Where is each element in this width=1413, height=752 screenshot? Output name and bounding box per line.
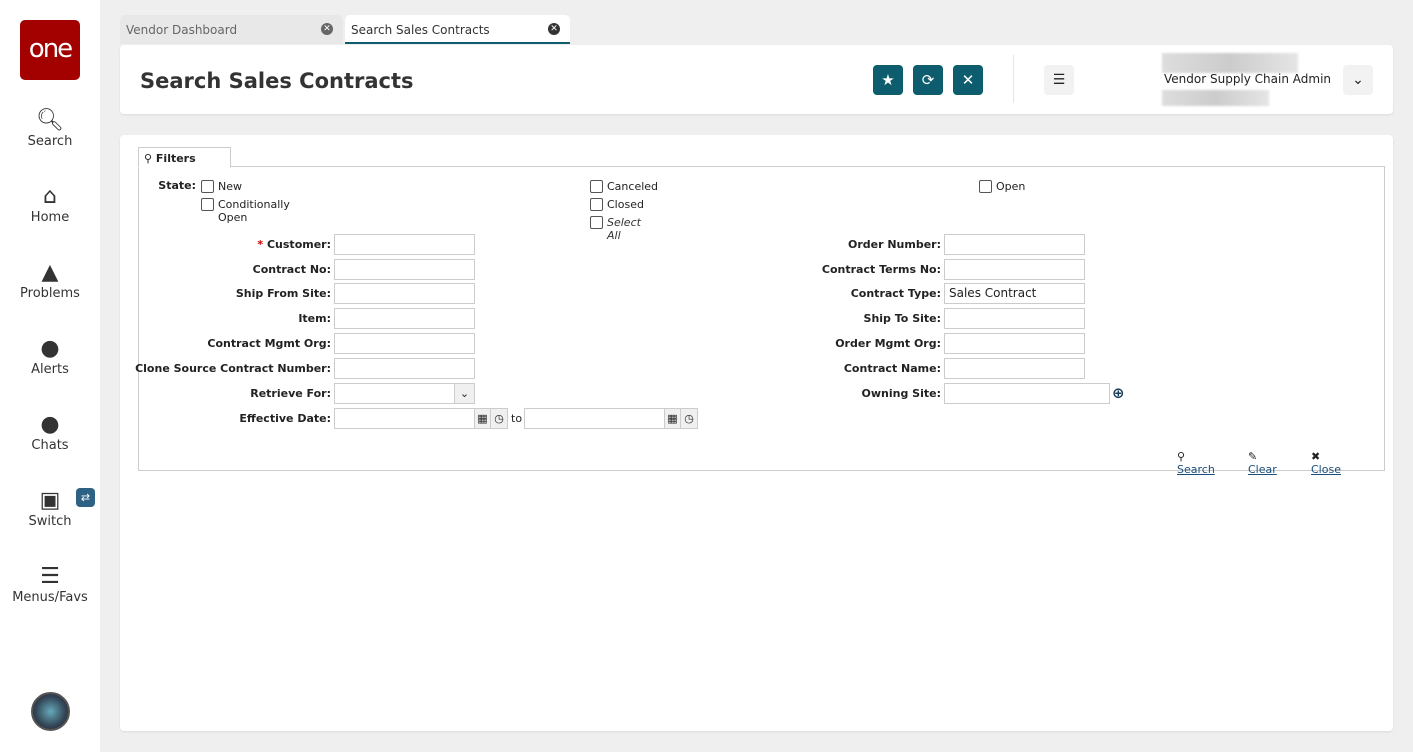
effective-date-from-input[interactable] [334,408,475,429]
checkbox-label: Open [996,180,1026,193]
nav-alerts[interactable]: ● Alerts [0,336,100,377]
select-all-checkbox[interactable] [590,216,603,229]
state-conditionally-open-checkbox[interactable] [201,198,214,211]
state-label: State: [158,179,196,192]
state-closed-checkbox[interactable] [590,198,603,211]
sidebar: one 🔍︎ Search ⌂ Home ▲ Problems ● Alerts ● Ch… [0,0,100,752]
contract-terms-no-input[interactable] [944,259,1085,280]
clear-link[interactable]: ✎ Clear [1248,450,1277,476]
contract-terms-no-label: Contract Terms No: [821,263,941,276]
star-icon: ★ [881,71,895,89]
owning-site-label: Owning Site: [861,387,941,400]
close-tab-icon[interactable]: ✕ [321,23,333,35]
state-canceled-checkbox[interactable] [590,180,603,193]
contract-name-input[interactable] [944,358,1085,379]
effective-date-label: Effective Date: [239,412,331,425]
ship-to-site-label: Ship To Site: [863,312,941,325]
switch-badge: ⇄ [76,488,95,507]
warning-icon: ▲ [41,260,59,285]
refresh-button[interactable]: ⟳ [913,65,943,95]
contract-mgmt-org-input[interactable] [334,333,475,354]
customer-input[interactable] [334,234,475,255]
search-icon: ⚲ [144,152,153,165]
filters-tab[interactable]: ⚲ Filters [138,147,231,168]
checkbox-label: Conditionally Open [218,198,290,224]
app-logo[interactable]: one [20,20,80,80]
ship-from-site-label: Ship From Site: [235,287,331,300]
retrieve-for-label: Retrieve For: [250,387,331,400]
effective-date-to-input[interactable] [524,408,665,429]
tab-vendor-dashboard[interactable]: Vendor Dashboard ✕ [120,15,343,44]
contract-name-label: Contract Name: [843,362,941,375]
contract-mgmt-org-label: Contract Mgmt Org: [207,337,331,350]
page-title: Search Sales Contracts [140,69,414,93]
item-input[interactable] [334,308,475,329]
zoom-in-lookup-icon[interactable]: ⊕ [1112,384,1125,402]
calendar-icon[interactable]: ▦ [474,408,491,429]
filters-panel: ⚲ Filters [120,135,1393,731]
bell-icon: ● [40,336,60,361]
checkbox-label: Select All [607,216,641,242]
owning-site-input[interactable] [944,383,1110,404]
ship-from-site-input[interactable] [334,283,475,304]
page-header: Search Sales Contracts ★ ⟳ ✕ ☰ Vendor Su… [120,45,1393,114]
clone-source-contract-number-input[interactable] [334,358,475,379]
checkbox-label: Closed [607,198,644,211]
clock-icon[interactable]: ◷ [680,408,698,429]
item-label: Item: [298,312,331,325]
ship-to-site-input[interactable] [944,308,1085,329]
menu-icon: ☰ [40,564,60,589]
required-marker: * [257,238,264,251]
user-menu-dropdown[interactable]: ⌄ [1343,65,1373,95]
search-icon: ⚲ [1177,450,1186,463]
favorite-button[interactable]: ★ [873,65,903,95]
chat-icon: ● [40,412,60,437]
checkbox-label: New [218,180,242,193]
refresh-icon: ⟳ [921,71,935,89]
state-open-checkbox[interactable] [979,180,992,193]
order-mgmt-org-label: Order Mgmt Org: [835,337,941,350]
broom-icon: ✎ [1248,450,1258,463]
nav-search[interactable]: 🔍︎ Search [0,108,100,149]
date-to-label: to [511,412,523,425]
contract-type-input[interactable]: Sales Contract [944,283,1085,304]
chevron-down-icon[interactable]: ⌄ [454,383,475,404]
contract-no-input[interactable] [334,259,475,280]
nav-problems[interactable]: ▲ Problems [0,260,100,301]
hamburger-menu-button[interactable]: ☰ [1044,65,1074,95]
search-icon: 🔍︎ [36,108,64,133]
customer-label: * Customer: [257,238,331,251]
clone-source-contract-number-label: Clone Source Contract Number: [135,362,331,375]
calendar-icon[interactable]: ▦ [664,408,681,429]
order-mgmt-org-input[interactable] [944,333,1085,354]
order-number-label: Order Number: [847,238,941,251]
nav-menus-favs[interactable]: ☰ Menus/Favs [0,564,100,605]
close-button[interactable]: ✕ [953,65,983,95]
user-org-redacted [1162,90,1269,106]
nav-chats[interactable]: ● Chats [0,412,100,453]
close-icon: ✖ [1311,450,1321,463]
contract-type-label: Contract Type: [850,287,941,300]
state-new-checkbox[interactable] [201,180,214,193]
close-tab-icon[interactable]: ✕ [548,23,560,35]
user-role: Vendor Supply Chain Admin [1164,72,1332,86]
user-avatar[interactable] [31,692,70,731]
search-link[interactable]: ⚲ Search [1177,450,1215,476]
clock-icon[interactable]: ◷ [490,408,508,429]
close-icon: ✕ [961,71,975,89]
chevron-down-icon: ⌄ [1352,72,1364,88]
tab-search-sales-contracts[interactable]: Search Sales Contracts ✕ [345,15,570,44]
contract-no-label: Contract No: [252,263,331,276]
order-number-input[interactable] [944,234,1085,255]
checkbox-label: Canceled [607,180,659,193]
menu-icon: ☰ [1052,72,1066,88]
divider [1013,55,1014,103]
user-name-redacted [1162,53,1298,73]
close-link[interactable]: ✖ Close [1311,450,1341,476]
